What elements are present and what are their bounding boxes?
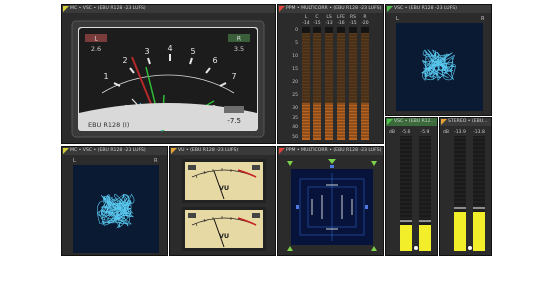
channel-value: -15 bbox=[349, 20, 356, 26]
scale-tick: 10 bbox=[292, 53, 298, 59]
vu-label: VU bbox=[219, 184, 229, 192]
ppm-bar-level bbox=[361, 103, 369, 140]
panel-flag-icon[interactable] bbox=[63, 148, 69, 154]
ppm-bar-level bbox=[337, 103, 345, 140]
scale-tick: 20 bbox=[292, 79, 298, 85]
vu-label: VU bbox=[219, 232, 229, 240]
scale-label-5: 5 bbox=[190, 47, 195, 56]
channel-value: -15 bbox=[313, 20, 320, 26]
ppm-panel: PPM • MULTICORR • (EBU R128 -23 LUFS) L … bbox=[277, 4, 384, 144]
panel-title: PPM • MULTICORR • (EBU R128 -23 LUFS) bbox=[278, 5, 383, 13]
panel-flag-icon[interactable] bbox=[63, 6, 69, 12]
level-bar-fill bbox=[454, 212, 466, 251]
stereo-bars-panel: STEREO • (EBU... dB -13.9 -13.8 bbox=[439, 117, 492, 256]
loudness-bars: dB -13.9 -13.8 bbox=[443, 129, 485, 251]
ppm-bar-level bbox=[302, 103, 310, 140]
surround-panel: PPM • MULTICORR • (EBU R128 -23 LUFS) bbox=[277, 146, 384, 256]
scope-right-label: R bbox=[154, 158, 158, 164]
scale-tick: 30 bbox=[292, 105, 298, 111]
status-dot bbox=[468, 246, 472, 250]
scale-tick: 0 bbox=[295, 27, 298, 33]
scale-label-6: 6 bbox=[212, 56, 217, 65]
scale-tick: 25 bbox=[292, 92, 298, 98]
unit-label: dB bbox=[389, 129, 395, 135]
channel-value: -14 bbox=[302, 20, 309, 26]
scale-tick: 5 bbox=[295, 40, 298, 46]
ppm-bars: L C LS LFE RS R -14 -15 -13 -16 -15 -20 … bbox=[292, 14, 369, 140]
vu-panel: VU • (EBU R128 -23 LUFS) VU VU bbox=[169, 146, 276, 256]
level-bar-fill bbox=[400, 225, 412, 251]
right-channel-label: R bbox=[237, 36, 241, 43]
scale-label-4: 4 bbox=[167, 44, 172, 53]
channel-value: -20 bbox=[361, 20, 368, 26]
channel-label: LFE bbox=[337, 14, 345, 20]
panel-title: VU • (EBU R128 -23 LUFS) bbox=[170, 147, 275, 155]
panel-title: STEREO • (EBU... bbox=[440, 118, 491, 126]
panel-flag-icon[interactable] bbox=[441, 119, 447, 125]
vu-meters: VU VU bbox=[182, 159, 266, 251]
ppm-bar-level bbox=[325, 103, 333, 140]
bar-value: -13.8 bbox=[473, 129, 485, 135]
left-channel-value: 2.6 bbox=[91, 45, 101, 53]
vsc-scope-panel-2: MC • VSC • (EBU R128 -23 LUFS) L R bbox=[61, 146, 168, 256]
channel-label: L bbox=[305, 14, 308, 20]
scale-tick: 50 bbox=[292, 134, 298, 140]
level-bar-fill bbox=[473, 212, 485, 251]
scale-label-7: 7 bbox=[231, 72, 236, 81]
panel-title: PPM • MULTICORR • (EBU R128 -23 LUFS) bbox=[278, 147, 383, 155]
vsc-bars-panel: VSC • (EBU R12... dB -5.6 -5.9 bbox=[385, 117, 438, 256]
panel-flag-icon[interactable] bbox=[171, 148, 177, 154]
scale-tick: 15 bbox=[292, 66, 298, 72]
vsc-scope-panel: VSC • (EBU R128 -23 LUFS) L R bbox=[385, 4, 492, 116]
right-channel-value: 3.5 bbox=[234, 45, 244, 53]
scale-label-1: 1 bbox=[103, 72, 108, 81]
panel-flag-icon[interactable] bbox=[387, 119, 393, 125]
scope-right-label: R bbox=[481, 16, 485, 22]
channel-label: R bbox=[363, 14, 366, 20]
scope-left-label: L bbox=[396, 16, 399, 22]
surround-scope bbox=[287, 159, 377, 251]
scope-left-label: L bbox=[73, 158, 76, 164]
integrated-readout: -7.5 bbox=[227, 117, 241, 125]
panel-flag-icon[interactable] bbox=[279, 6, 285, 12]
meter-name: EBU R128 (I) bbox=[88, 121, 129, 129]
panel-flag-icon[interactable] bbox=[387, 6, 393, 12]
vector-scope: L R bbox=[73, 158, 159, 253]
panel-title: MC • VSC • (EBU R128 -23 LUFS) bbox=[62, 147, 167, 155]
status-dot bbox=[414, 246, 418, 250]
channel-value: -16 bbox=[337, 20, 344, 26]
scale-tick: 35 bbox=[292, 115, 298, 121]
panel-title: VSC • (EBU R12... bbox=[386, 118, 437, 126]
panel-title: VSC • (EBU R128 -23 LUFS) bbox=[386, 5, 491, 13]
scale-tick: 40 bbox=[292, 124, 298, 130]
ppm-bar-level bbox=[349, 103, 357, 140]
panel-flag-icon[interactable] bbox=[279, 148, 285, 154]
bar-value: -5.6 bbox=[402, 129, 411, 135]
bar-value: -5.9 bbox=[421, 129, 430, 135]
vector-scope: L R bbox=[396, 16, 485, 111]
bar-value: -13.9 bbox=[454, 129, 466, 135]
ebu-meter-panel: MC • VSC • (EBU R128 -23 LUFS) L R 2.6 3… bbox=[61, 4, 276, 144]
scale-label-3: 3 bbox=[144, 47, 149, 56]
channel-value: -13 bbox=[325, 20, 332, 26]
level-bar-fill bbox=[419, 225, 431, 251]
unit-label: dB bbox=[443, 129, 449, 135]
channel-label: LS bbox=[326, 14, 332, 20]
scale-label-2: 2 bbox=[122, 56, 127, 65]
channel-label: C bbox=[315, 14, 318, 20]
loudness-bars: dB -5.6 -5.9 bbox=[389, 129, 431, 251]
needle-meter: L R 2.6 3.5 -9 1 2 3 4 5 6 7 +9 EB bbox=[71, 20, 265, 138]
channel-label: RS bbox=[350, 14, 356, 20]
panel-title: MC • VSC • (EBU R128 -23 LUFS) bbox=[62, 5, 275, 13]
ppm-bar-level bbox=[313, 103, 321, 140]
